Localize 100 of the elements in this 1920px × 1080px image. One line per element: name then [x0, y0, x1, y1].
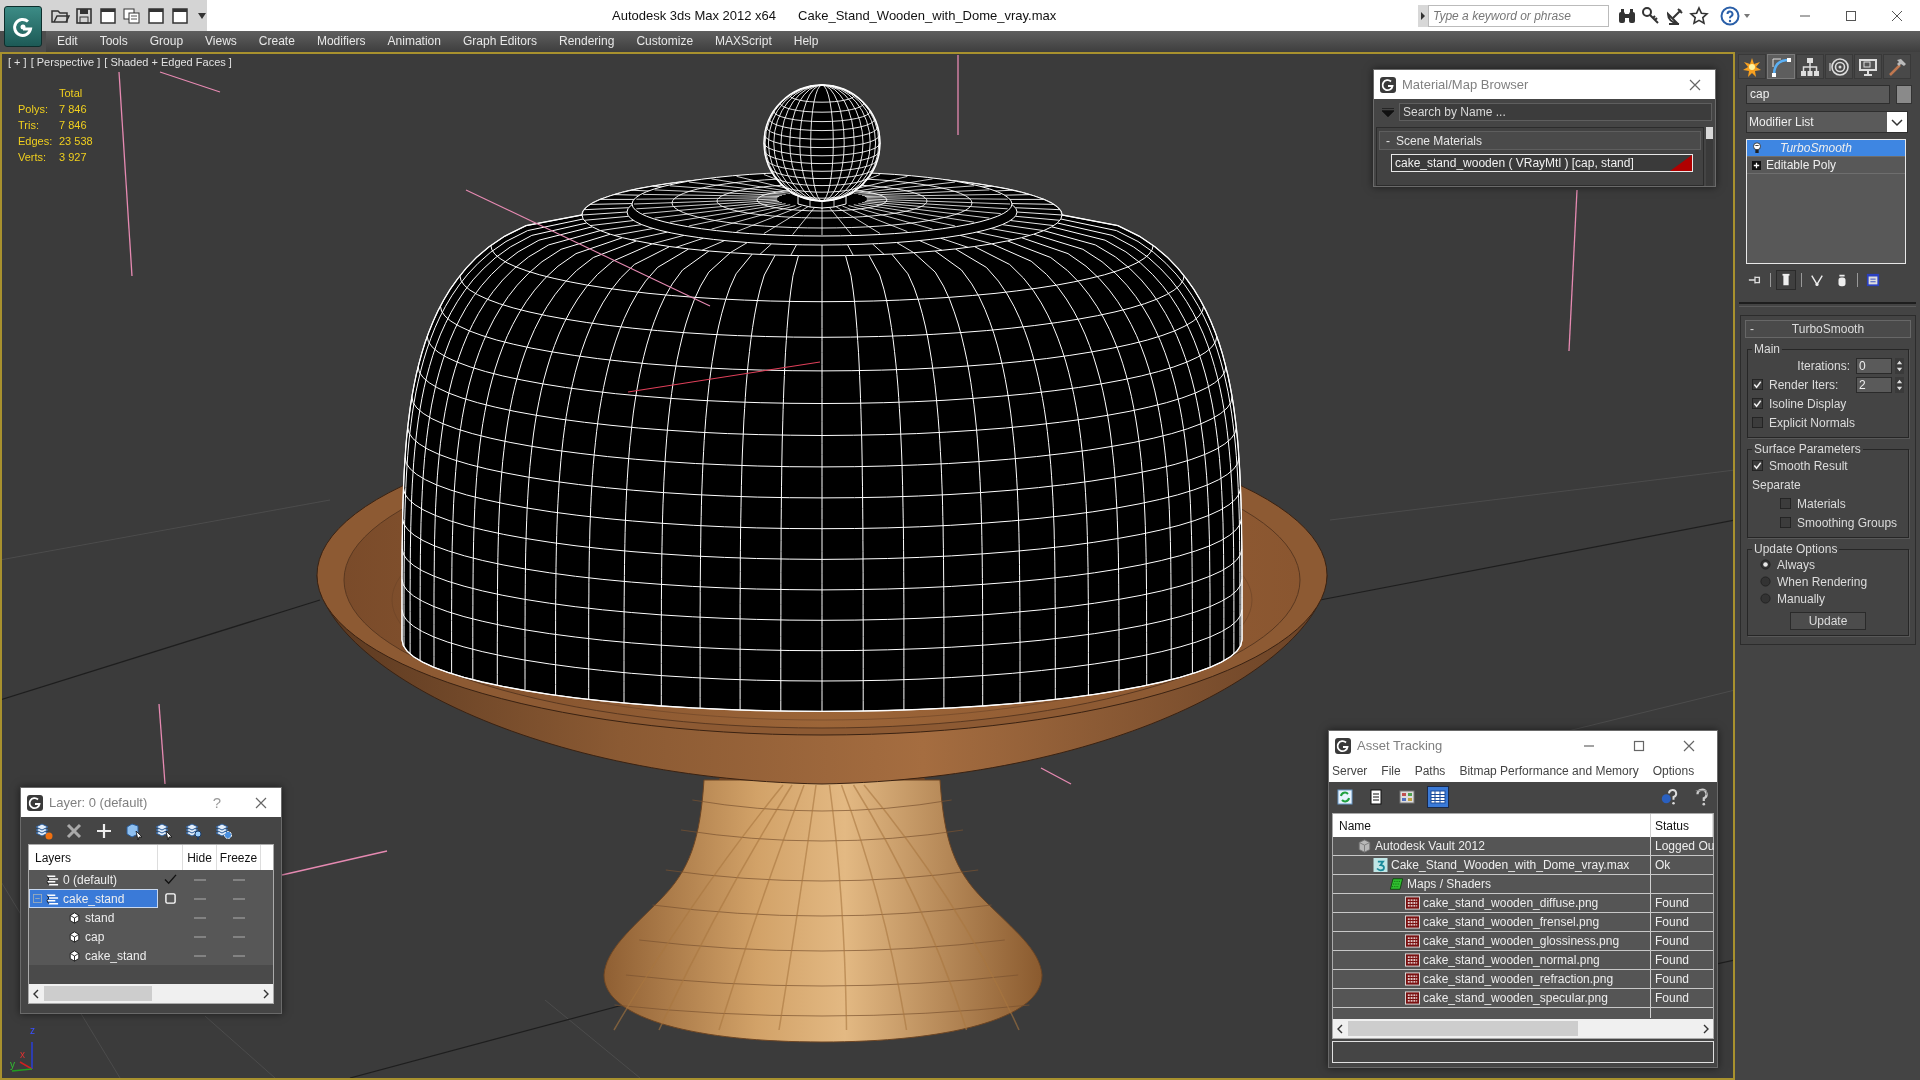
checkbox-icon[interactable]	[1780, 498, 1791, 509]
radio-option[interactable]: When Rendering	[1760, 574, 1868, 589]
menu-item[interactable]: File	[1381, 764, 1401, 778]
menu-item[interactable]: Options	[1652, 764, 1695, 778]
scrollbar-thumb[interactable]	[1348, 1021, 1578, 1036]
command-panel-tab[interactable]	[1883, 54, 1911, 79]
search-field[interactable]: Type a keyword or phrase	[1428, 4, 1609, 27]
view-mode-button[interactable]	[1427, 786, 1449, 808]
modifier-stack-item[interactable]: Editable Poly	[1747, 157, 1905, 174]
checkbox-option[interactable]: Render Iters:	[1752, 377, 1853, 392]
empty-box-icon[interactable]	[165, 893, 176, 904]
column-header[interactable]: Name	[1333, 814, 1651, 837]
layer-settings-icon[interactable]	[215, 821, 233, 840]
viewport-menu-label[interactable]: [ Shaded + Edged Faces ]	[104, 56, 232, 68]
collapse-toggle[interactable]: -	[1746, 322, 1754, 336]
refresh-button[interactable]	[1334, 786, 1356, 808]
asset-name-cell[interactable]: cake_stand_wooden_diffuse.png	[1333, 894, 1651, 912]
layer-list-item[interactable]: 0 (default)	[29, 870, 158, 889]
select-layer-icon[interactable]	[155, 821, 173, 840]
layer-list-item[interactable]: cake_stand	[29, 889, 158, 908]
scrollbar-thumb[interactable]	[1706, 127, 1713, 139]
checkbox-option[interactable]: Isoline Display	[1752, 396, 1847, 411]
radio-icon[interactable]	[1760, 576, 1771, 587]
asset-name-cell[interactable]: cake_stand_wooden_specular.png	[1333, 989, 1651, 1007]
menu-item[interactable]: Graph Editors	[451, 31, 548, 52]
menu-item[interactable]: Create	[247, 31, 306, 52]
update-button[interactable]: Update	[1790, 611, 1866, 630]
checkbox-option[interactable]: Materials	[1780, 496, 1846, 511]
caret-icon[interactable]	[1744, 13, 1750, 18]
star-icon[interactable]	[1689, 5, 1709, 26]
end-result-toggle[interactable]	[1776, 270, 1796, 290]
caret-icon[interactable]	[198, 12, 206, 19]
checkmark-icon[interactable]	[164, 874, 177, 885]
material-group-header[interactable]: - Scene Materials	[1379, 131, 1701, 150]
status-field[interactable]	[1332, 1041, 1714, 1063]
collapse-toggle-icon[interactable]	[33, 894, 42, 903]
asset-name-cell[interactable]: cake_stand_wooden_normal.png	[1333, 951, 1651, 969]
scrollbar-thumb[interactable]	[44, 986, 152, 1001]
material-item[interactable]: cake_stand_wooden ( VRayMtl ) [cap, stand]	[1391, 154, 1693, 172]
asset-name-cell[interactable]: Autodesk Vault 2012	[1333, 837, 1651, 855]
menu-item[interactable]: Animation	[376, 31, 452, 52]
delete-icon[interactable]	[65, 821, 83, 840]
spinner-field[interactable]: 2	[1856, 376, 1892, 393]
asset-name-cell[interactable]: cake_stand_wooden_refraction.png	[1333, 970, 1651, 988]
menu-item[interactable]: Server	[1332, 764, 1368, 778]
rollout-header[interactable]: - TurboSmooth	[1745, 320, 1911, 338]
menu-item[interactable]: Rendering	[548, 31, 626, 52]
menu-item[interactable]: MAXScript	[704, 31, 783, 52]
scrollbar[interactable]	[1706, 127, 1713, 186]
modifier-list-dropdown[interactable]: Modifier List	[1746, 111, 1908, 133]
spinner-arrows-icon[interactable]	[1895, 376, 1904, 393]
menu-item[interactable]: Tools	[88, 31, 139, 52]
radio-icon[interactable]	[1760, 593, 1771, 604]
checkbox-icon[interactable]	[1752, 398, 1763, 409]
lightbulb-icon[interactable]	[1752, 142, 1762, 154]
scrollbar[interactable]	[1333, 1019, 1713, 1038]
checkbox-icon[interactable]	[1752, 379, 1763, 390]
checkbox-icon[interactable]	[1752, 417, 1763, 428]
help-icon[interactable]	[1720, 5, 1740, 26]
window-icon[interactable]	[98, 6, 118, 25]
help-icon[interactable]	[1693, 788, 1711, 806]
new-layer-icon[interactable]	[35, 821, 53, 840]
window-icon[interactable]	[170, 6, 190, 25]
command-panel-tab[interactable]	[1796, 54, 1824, 79]
chevron-left-icon[interactable]	[32, 988, 40, 999]
object-swatch-icon[interactable]	[1896, 85, 1912, 104]
menu-item[interactable]: Help	[782, 31, 830, 52]
checkbox-icon[interactable]	[1780, 517, 1791, 528]
layer-list-item[interactable]: stand	[29, 908, 158, 927]
menu-item[interactable]: Paths	[1414, 764, 1446, 778]
viewport-menu-label[interactable]: [ + ]	[8, 56, 27, 68]
command-panel-tab[interactable]	[1854, 54, 1882, 79]
menu-item[interactable]: Modifiers	[305, 31, 377, 52]
command-panel-tab[interactable]	[1825, 54, 1853, 79]
save-icon[interactable]	[74, 6, 94, 25]
app-menu-button[interactable]	[4, 6, 42, 47]
checkbox-option[interactable]: Smooth Result	[1752, 458, 1848, 473]
menu-item[interactable]: Edit	[46, 31, 89, 52]
globe-help-icon[interactable]	[1660, 788, 1678, 806]
column-header[interactable]: Status	[1651, 814, 1713, 837]
checkbox-icon[interactable]	[1752, 460, 1763, 471]
satellite-icon[interactable]	[1665, 5, 1685, 26]
asset-name-cell[interactable]: cake_stand_wooden_frensel.png	[1333, 913, 1651, 931]
asset-name-cell[interactable]: Cake_Stand_Wooden_with_Dome_vray.max	[1333, 856, 1651, 874]
radio-option[interactable]: Manually	[1760, 591, 1826, 606]
menu-item[interactable]: Group	[138, 31, 195, 52]
menu-item[interactable]: Customize	[625, 31, 705, 52]
chevron-left-icon[interactable]	[1336, 1023, 1344, 1034]
command-panel-tab[interactable]	[1767, 54, 1795, 79]
layer-list-item[interactable]: cap	[29, 927, 158, 946]
viewport-menu-label[interactable]: [ Perspective ]	[30, 56, 101, 68]
spinner-field[interactable]: 0	[1856, 357, 1892, 374]
expand-plus-icon[interactable]	[1752, 160, 1761, 170]
spinner-arrows-icon[interactable]	[1895, 357, 1904, 374]
checkbox-option[interactable]: Explicit Normals	[1752, 415, 1855, 430]
window-icon[interactable]	[146, 6, 166, 25]
checkbox-option[interactable]: Smoothing Groups	[1780, 515, 1898, 530]
object-name-field[interactable]: cap	[1746, 85, 1890, 104]
search-field[interactable]: Search by Name ...	[1399, 103, 1712, 121]
key-icon[interactable]	[1641, 5, 1661, 26]
